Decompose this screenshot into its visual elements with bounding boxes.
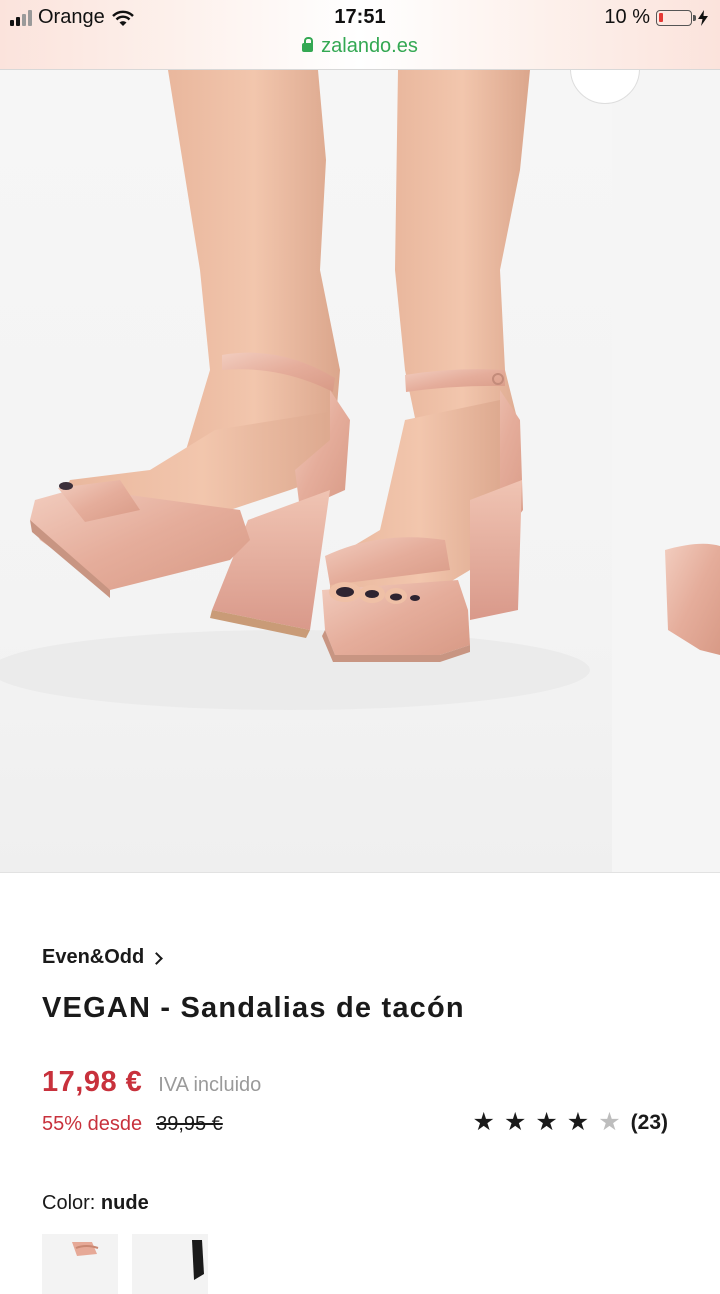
- chevron-right-icon: [150, 952, 164, 965]
- color-swatch-black[interactable]: [132, 1234, 208, 1294]
- original-price: 39,95 €: [156, 1113, 223, 1135]
- color-swatches: [42, 1234, 208, 1294]
- charging-bolt-icon: [698, 9, 708, 26]
- color-label: Color:: [42, 1192, 96, 1214]
- address-bar[interactable]: zalando.es: [0, 35, 720, 58]
- star-filled-icon: ★: [566, 1108, 590, 1136]
- star-rating: ★ ★ ★ ★ ★: [473, 1110, 621, 1135]
- brand-link[interactable]: Even&Odd: [42, 946, 164, 969]
- product-photo: [0, 70, 720, 872]
- product-title: VEGAN - Sandalias de tacón: [42, 992, 465, 1024]
- price-row: 17,98 € IVA incluido: [42, 1066, 261, 1099]
- discount-row: 55% desde 39,95 €: [42, 1113, 223, 1136]
- discount-label: 55% desde: [42, 1113, 143, 1135]
- lock-icon: [302, 37, 314, 52]
- url-text: zalando.es: [321, 35, 418, 57]
- color-value: nude: [100, 1192, 149, 1214]
- battery-group: 10 %: [604, 6, 708, 29]
- star-filled-icon: ★: [472, 1108, 495, 1136]
- star-empty-icon: ★: [598, 1108, 621, 1136]
- brand-name: Even&Odd: [42, 946, 145, 968]
- battery-percent: 10 %: [604, 6, 650, 28]
- vat-note: IVA incluido: [158, 1074, 262, 1096]
- rating-summary[interactable]: ★ ★ ★ ★ ★ (23): [473, 1110, 668, 1135]
- product-image-carousel[interactable]: [0, 70, 720, 872]
- image-divider: [0, 872, 720, 873]
- color-selection-label: Color: nude: [42, 1192, 149, 1215]
- review-count: (23): [630, 1110, 668, 1134]
- battery-icon: [656, 9, 696, 26]
- color-swatch-nude[interactable]: [42, 1234, 118, 1294]
- nude-sandal-thumbnail: [72, 1242, 99, 1256]
- current-price: 17,98 €: [42, 1066, 143, 1098]
- star-filled-icon: ★: [535, 1108, 558, 1136]
- black-sandal-thumbnail: [192, 1240, 204, 1280]
- star-filled-icon: ★: [503, 1108, 527, 1136]
- status-bar: Orange 17:51 zalando.es 10 %: [0, 0, 720, 70]
